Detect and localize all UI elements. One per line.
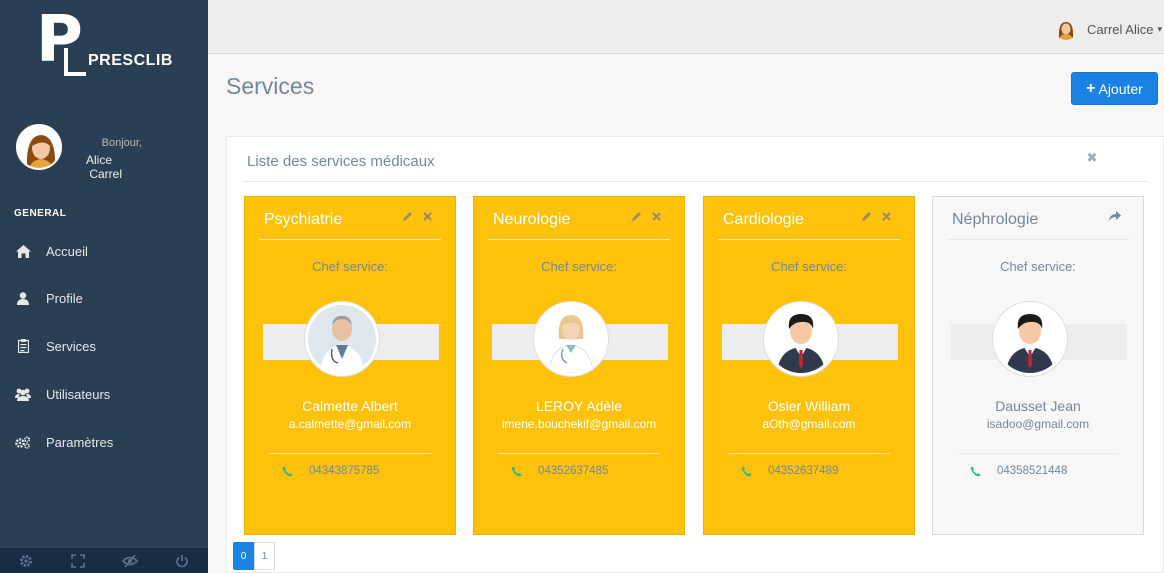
eye-slash-icon[interactable]	[121, 552, 139, 570]
app-logo[interactable]: P PRESCLIB	[30, 8, 200, 83]
panel-title: Liste des services médicaux	[247, 153, 435, 170]
user-avatar	[1055, 18, 1077, 40]
service-card-nephrologie: Néphrologie Chef service: Dausset Jean i…	[932, 196, 1144, 535]
chevron-down-icon: ▾	[1157, 23, 1162, 34]
user-menu[interactable]: Carrel Alice ▾	[1055, 14, 1164, 44]
page-button-0[interactable]: 0	[233, 542, 254, 570]
panel-divider	[242, 181, 1148, 182]
users-icon	[12, 386, 34, 402]
service-title: Néphrologie	[952, 211, 1039, 228]
phone-icon	[281, 465, 293, 477]
service-title: Cardiologie	[723, 211, 804, 228]
chef-phone: 04352637489	[740, 465, 838, 477]
sidebar-item-accueil[interactable]: Accueil	[0, 236, 208, 266]
chef-email: isadoo@gmail.com	[986, 417, 1090, 431]
services-panel: Liste des services médicaux ✖ Psychiatri…	[226, 136, 1164, 573]
page-title: Services	[226, 73, 315, 99]
page-button-1[interactable]: 1	[254, 542, 275, 570]
chef-name: Dausset Jean	[995, 398, 1081, 414]
clipboard-icon	[12, 338, 34, 354]
add-service-button[interactable]: + Ajouter	[1071, 72, 1158, 105]
profile-summary: Bonjour, Alice Carrel	[0, 120, 208, 190]
chef-photo	[764, 302, 838, 376]
sidebar-item-profile[interactable]: Profile	[0, 283, 208, 313]
chef-label: Chef service:	[1000, 259, 1076, 274]
chef-label: Chef service:	[312, 259, 388, 274]
pagination: 0 1	[233, 542, 275, 570]
service-card-psychiatrie: Psychiatrie Chef service: Calmette Alber…	[244, 196, 456, 535]
chef-name: LEROY Adèle	[535, 398, 623, 414]
service-title: Neurologie	[493, 211, 571, 228]
power-icon[interactable]	[173, 552, 191, 570]
home-icon	[12, 243, 34, 259]
edit-icon[interactable]	[860, 210, 872, 222]
sidebar: P PRESCLIB Bonjour, Alice Carrel GENERAL…	[0, 0, 208, 573]
service-card-neurologie: Neurologie Chef service: LEROY Adèle ime…	[473, 196, 685, 535]
phone-icon	[510, 465, 522, 477]
service-card-cardiologie: Cardiologie Chef service: Osler William …	[703, 196, 915, 535]
chef-email: a.calmette@gmail.com	[288, 417, 412, 431]
chef-phone: 04358521448	[969, 465, 1067, 477]
fullscreen-icon[interactable]	[69, 552, 87, 570]
top-navbar: Carrel Alice ▾	[208, 0, 1164, 54]
close-icon[interactable]: ✖	[1085, 151, 1099, 165]
edit-icon[interactable]	[630, 210, 642, 222]
app-logo-text: PRESCLIB	[88, 52, 173, 69]
chef-name: Osler William	[767, 398, 851, 414]
user-menu-name: Carrel Alice	[1087, 21, 1154, 37]
plus-icon: +	[1086, 79, 1096, 97]
chef-phone: 04352637485	[510, 465, 608, 477]
chef-photo	[993, 302, 1067, 376]
sidebar-item-services[interactable]: Services	[0, 331, 208, 361]
chef-photo	[305, 302, 379, 376]
share-icon[interactable]	[1109, 210, 1121, 222]
user-first-name: Alice	[85, 153, 112, 167]
user-icon	[12, 290, 34, 306]
phone-icon	[969, 465, 981, 477]
chef-photo	[534, 302, 608, 376]
cogs-icon	[12, 434, 34, 450]
service-title: Psychiatrie	[264, 211, 343, 228]
edit-icon[interactable]	[401, 210, 413, 222]
chef-label: Chef service:	[771, 259, 847, 274]
delete-icon[interactable]	[421, 210, 433, 222]
sidebar-section-title: GENERAL	[14, 208, 67, 219]
sidebar-item-parametres[interactable]: Paramètres	[0, 427, 208, 457]
chef-phone: 04343875785	[281, 465, 379, 477]
sidebar-item-utilisateurs[interactable]: Utilisateurs	[0, 379, 208, 409]
avatar	[16, 124, 62, 170]
chef-email: imene.bouchekif@gmail.com	[501, 417, 657, 431]
delete-icon[interactable]	[880, 210, 892, 222]
chef-email: aOth@gmail.com	[762, 417, 856, 431]
chef-label: Chef service:	[541, 259, 617, 274]
settings-icon[interactable]	[17, 552, 35, 570]
delete-icon[interactable]	[650, 210, 662, 222]
greeting-text: Bonjour,	[101, 137, 142, 149]
phone-icon	[740, 465, 752, 477]
chef-name: Calmette Albert	[302, 398, 398, 414]
sidebar-footer	[0, 548, 208, 573]
user-last-name: Carrel	[89, 167, 122, 181]
